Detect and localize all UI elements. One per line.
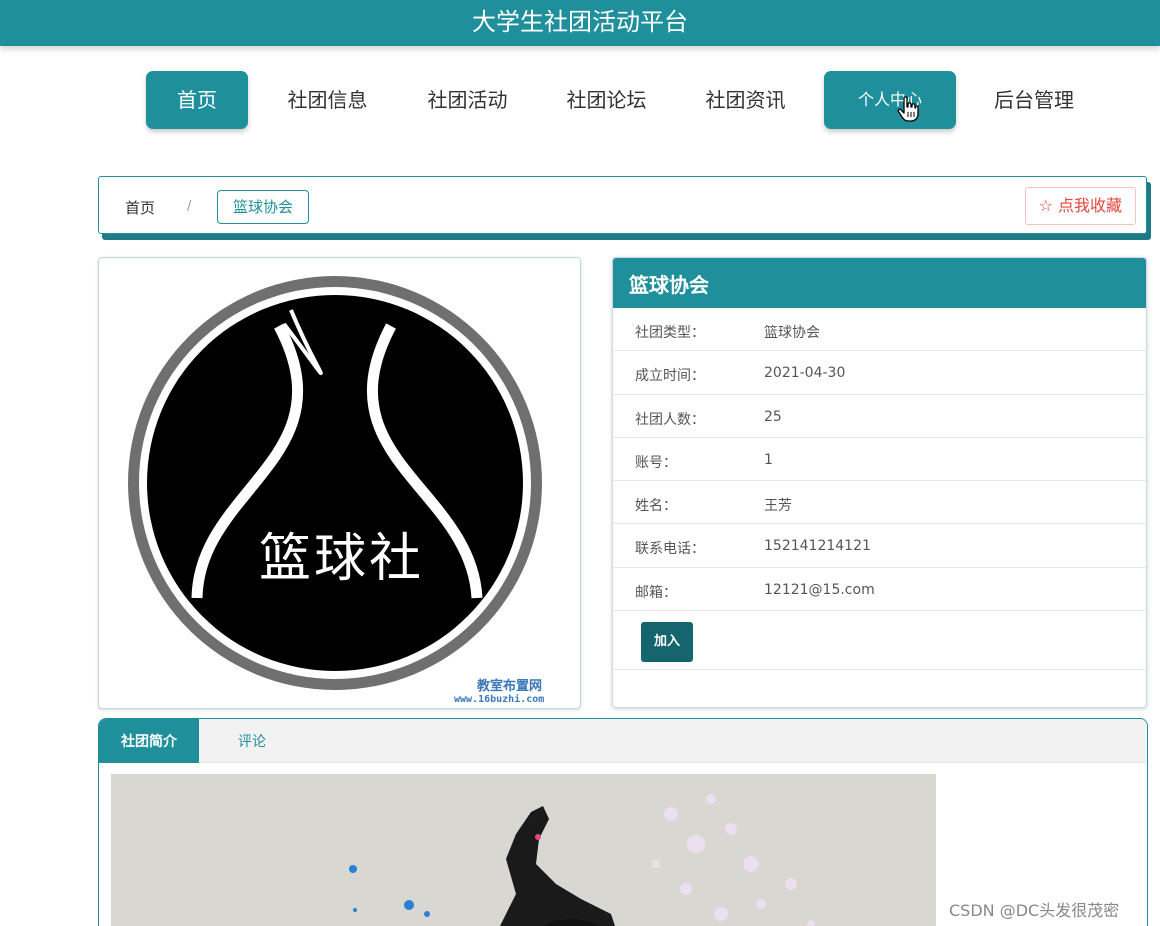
breadcrumb-home-link[interactable]: 首页 <box>125 197 155 218</box>
info-label: 成立时间： <box>635 368 705 385</box>
join-button[interactable]: 加入 <box>641 622 693 662</box>
club-name-heading: 篮球协会 <box>613 258 1146 308</box>
club-info-panel: 篮球协会 社团类型： 篮球协会 成立时间： 2021-04-30 社团人数： 2… <box>612 257 1147 708</box>
nav-item-home[interactable]: 首页 <box>146 71 248 129</box>
nav-item-personal-center[interactable]: 个人中心 <box>824 71 956 129</box>
favorite-button[interactable]: ☆ 点我收藏 <box>1024 187 1136 225</box>
info-row-phone: 联系电话： 152141214121 <box>613 524 1146 568</box>
info-value: 12121@15.com <box>764 581 875 598</box>
basketball-logo-icon <box>128 276 542 690</box>
info-label: 邮箱： <box>635 584 677 601</box>
tab-club-intro[interactable]: 社团简介 <box>99 719 199 763</box>
logo-text: 篮球社 <box>259 529 425 589</box>
tab-strip: 社团简介 评论 <box>99 719 1147 763</box>
info-row-type: 社团类型： 篮球协会 <box>613 308 1146 352</box>
breadcrumb-separator: / <box>187 199 192 214</box>
csdn-watermark: CSDN @DC头发很茂密 <box>949 901 1120 920</box>
club-logo-image: 篮球社 教室布置网 www.16buzhi.com <box>98 257 581 709</box>
hand-cursor-icon <box>897 96 919 122</box>
info-value: 2021-04-30 <box>764 365 846 382</box>
divider <box>613 669 1146 670</box>
breadcrumb: 首页 / 篮球协会 ☆ 点我收藏 <box>98 176 1147 234</box>
tab-comments[interactable]: 评论 <box>217 719 287 763</box>
info-row-name: 姓名： 王芳 <box>613 481 1146 525</box>
intro-photo-icon <box>111 774 936 926</box>
info-value: 152141214121 <box>764 538 871 555</box>
info-row-members: 社团人数： 25 <box>613 395 1146 438</box>
info-label: 社团人数： <box>635 411 705 428</box>
info-label: 联系电话： <box>635 541 705 558</box>
nav-item-club-info[interactable]: 社团信息 <box>270 71 385 129</box>
nav-item-club-news[interactable]: 社团资讯 <box>688 71 803 129</box>
info-value: 25 <box>764 408 782 425</box>
info-row-account: 账号： 1 <box>613 438 1146 482</box>
info-value: 王芳 <box>764 498 792 515</box>
info-label: 账号： <box>635 454 677 471</box>
logo-watermark-url: www.16buzhi.com <box>454 694 545 705</box>
club-detail-tabs: 社团简介 评论 <box>98 718 1148 926</box>
info-value: 篮球协会 <box>764 325 820 341</box>
nav-item-club-forum[interactable]: 社团论坛 <box>549 71 664 129</box>
nav-item-admin[interactable]: 后台管理 <box>975 71 1093 129</box>
info-label: 社团类型： <box>635 325 705 341</box>
info-value: 1 <box>764 451 773 468</box>
info-row-founded: 成立时间： 2021-04-30 <box>613 351 1146 395</box>
breadcrumb-current: 篮球协会 <box>217 190 310 224</box>
main-nav: 首页 社团信息 社团活动 社团论坛 社团资讯 个人中心 后台管理 <box>0 71 1160 131</box>
info-label: 姓名： <box>635 498 677 515</box>
site-title: 大学生社团活动平台 <box>472 8 688 36</box>
info-row-email: 邮箱： 12121@15.com <box>613 568 1146 612</box>
nav-item-club-activities[interactable]: 社团活动 <box>410 71 525 129</box>
club-intro-image <box>111 774 936 926</box>
logo-watermark-title: 教室布置网 <box>477 679 543 694</box>
header-bar: 大学生社团活动平台 <box>0 0 1160 46</box>
